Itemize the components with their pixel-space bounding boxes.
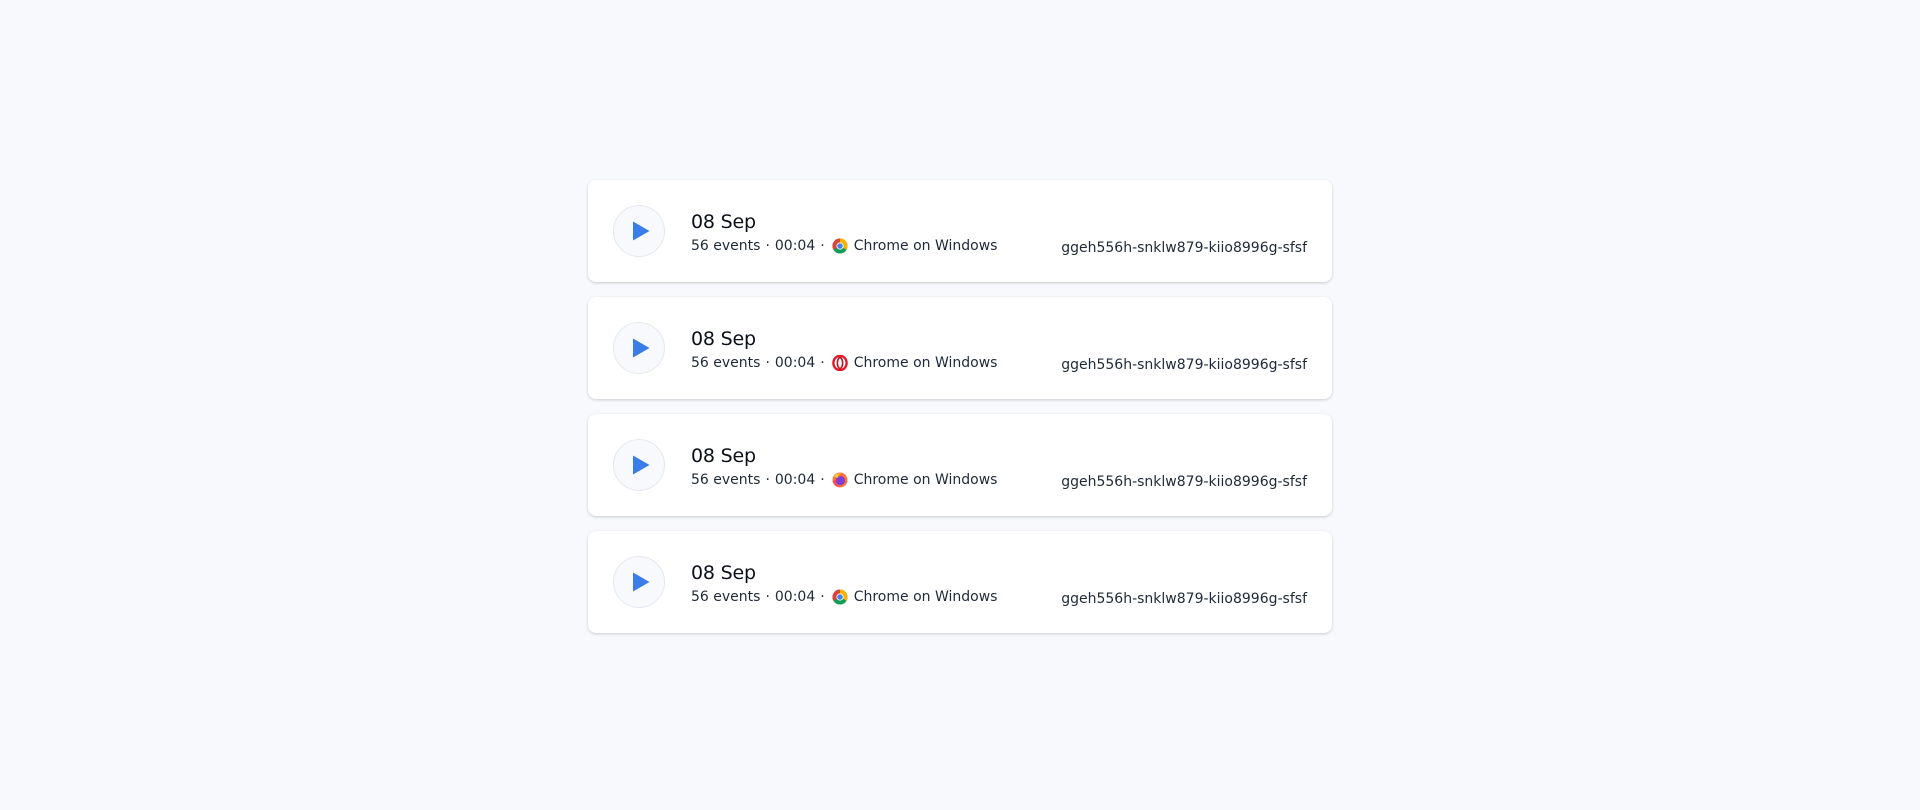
session-meta: 56 events · 00:04 · Chrome on Windows [691,587,997,607]
session-info: 08 Sep 56 events · 00:04 · Chrome on Win… [691,444,997,490]
session-info: 08 Sep 56 events · 00:04 · Chrome on Win… [691,327,997,373]
separator: · [765,355,770,371]
session-id: ggeh556h-snklw879-kiio8996g-sfsf [1061,357,1307,373]
session-id: ggeh556h-snklw879-kiio8996g-sfsf [1061,474,1307,490]
opera-icon [831,355,848,371]
browser-label: Chrome on Windows [853,355,998,371]
session-id: ggeh556h-snklw879-kiio8996g-sfsf [1061,240,1307,256]
session-card[interactable]: 08 Sep 56 events · 00:04 · Chrome on Win… [588,297,1332,399]
play-icon [633,221,650,241]
session-duration: 00:04 [774,238,816,254]
separator: · [820,238,825,254]
session-info: 08 Sep 56 events · 00:04 · Chrome on Win… [691,210,997,256]
session-meta: 56 events · 00:04 · Chrome on Windows [691,353,997,373]
event-count: 56 events [691,238,761,254]
session-duration: 00:04 [774,472,816,488]
play-button[interactable] [613,205,665,257]
session-info: 08 Sep 56 events · 00:04 · Chrome on Win… [691,561,997,607]
session-card[interactable]: 08 Sep 56 events · 00:04 · Chrome on Win… [588,180,1332,282]
session-meta: 56 events · 00:04 · Chrome on Windows [691,470,997,490]
play-icon [633,572,650,592]
session-recordings-list: 08 Sep 56 events · 00:04 · Chrome on Win… [588,180,1332,648]
play-button[interactable] [613,439,665,491]
event-count: 56 events [691,589,761,605]
session-card[interactable]: 08 Sep 56 events · 00:04 · Chrome on Win… [588,414,1332,516]
play-button[interactable] [613,322,665,374]
browser-label: Chrome on Windows [853,472,998,488]
chrome-icon [832,589,848,605]
play-icon [633,338,650,358]
session-duration: 00:04 [774,589,816,605]
separator: · [765,472,770,488]
session-date: 08 Sep [691,562,756,584]
separator: · [765,238,770,254]
session-duration: 00:04 [774,355,816,371]
event-count: 56 events [691,355,761,371]
separator: · [820,355,825,371]
firefox-icon [832,472,848,488]
session-card[interactable]: 08 Sep 56 events · 00:04 · Chrome on Win… [588,531,1332,633]
session-id: ggeh556h-snklw879-kiio8996g-sfsf [1061,591,1307,607]
chrome-icon [832,238,848,254]
session-date: 08 Sep [691,445,756,467]
separator: · [820,472,825,488]
session-date: 08 Sep [691,328,756,350]
session-meta: 56 events · 00:04 · Chrome on Windows [691,236,997,256]
play-icon [633,455,650,475]
browser-label: Chrome on Windows [853,238,998,254]
event-count: 56 events [691,472,761,488]
browser-label: Chrome on Windows [853,589,998,605]
separator: · [820,589,825,605]
separator: · [765,589,770,605]
session-date: 08 Sep [691,211,756,233]
play-button[interactable] [613,556,665,608]
